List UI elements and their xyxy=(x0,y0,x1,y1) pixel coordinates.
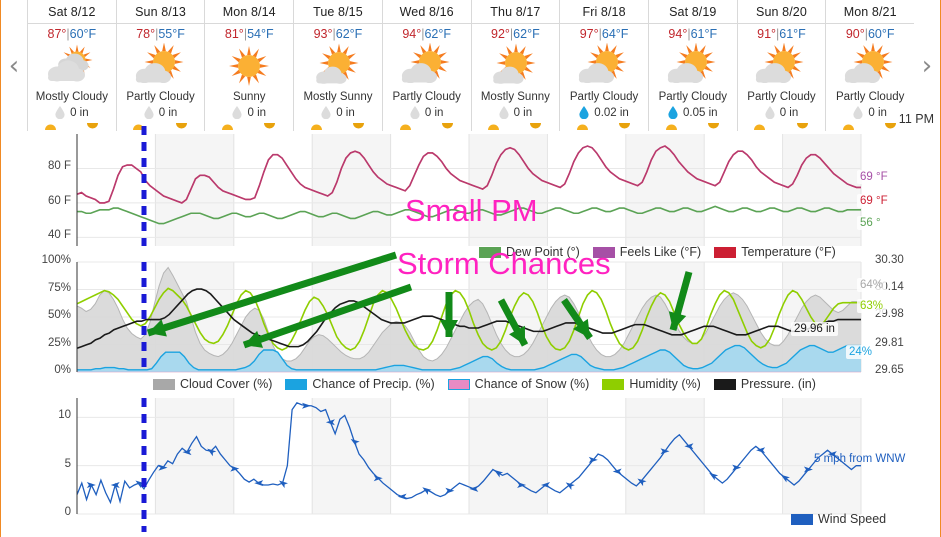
annotation-small-pm: Small PM xyxy=(405,193,538,228)
chart-legend: Wind Speed xyxy=(791,512,886,526)
series-value-label: 5 mph from WNW xyxy=(814,453,906,465)
annotation-storm-chances: Storm Chances xyxy=(397,246,611,281)
y-axis-tick: 5 xyxy=(64,457,71,470)
legend-label: Wind Speed xyxy=(818,512,887,526)
legend-item[interactable]: Wind Speed xyxy=(791,512,886,526)
y-axis-tick: 0 xyxy=(64,506,71,518)
y-axis-tick: 10 xyxy=(58,409,71,422)
legend-swatch xyxy=(791,513,813,525)
weather-forecast-panel: ‹ Sat 8/12 87°|60°F Mostly Cloudy 0 in Sun … xyxy=(0,0,941,537)
